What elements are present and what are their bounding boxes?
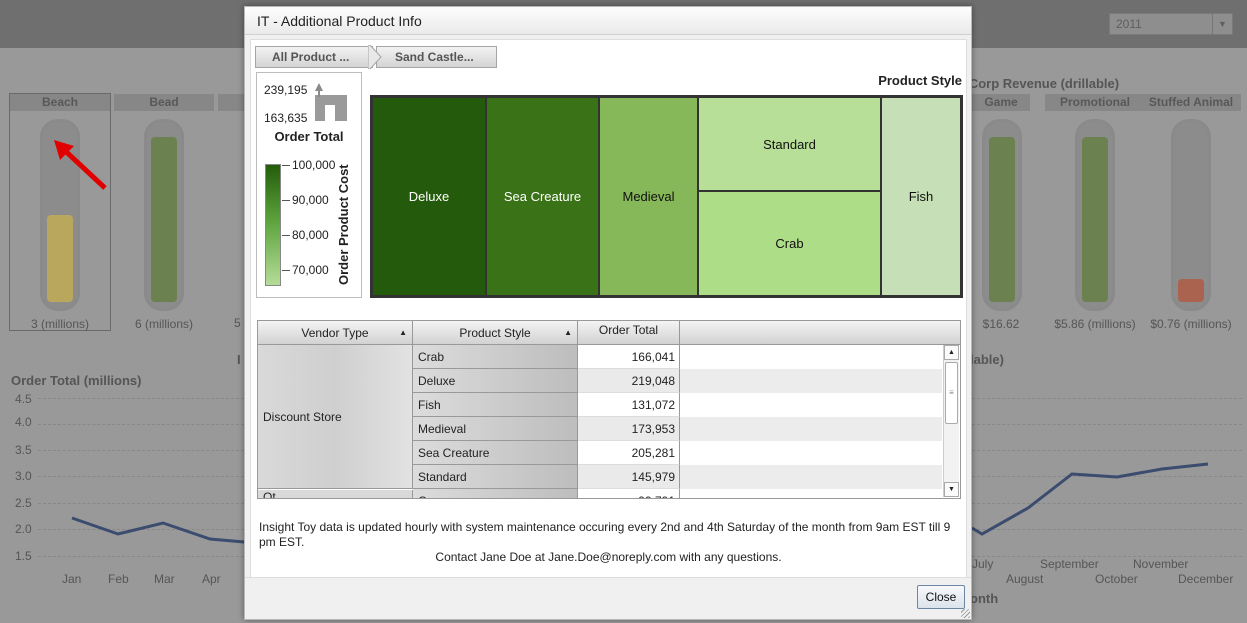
table-row-style[interactable]: Deluxe bbox=[413, 369, 578, 393]
legend-tick-label: 90,000 bbox=[292, 193, 329, 207]
x-tick: Mar bbox=[154, 572, 175, 586]
vendor-cell-discount-store[interactable]: Discount Store bbox=[258, 345, 413, 489]
table-row-filler bbox=[680, 441, 942, 465]
table-row-total[interactable]: 145,979 bbox=[578, 465, 680, 489]
sort-asc-icon[interactable]: ▲ bbox=[399, 321, 407, 345]
legend-tick bbox=[282, 270, 290, 271]
resize-grip-icon[interactable] bbox=[961, 609, 970, 618]
table-row-style[interactable]: Sea Creature bbox=[413, 441, 578, 465]
treemap-cell-label: Crab bbox=[775, 236, 804, 251]
order-table: Vendor Type ▲ Product Style ▲ Order Tota… bbox=[257, 320, 961, 499]
table-row-total[interactable]: 205,281 bbox=[578, 441, 680, 465]
table-row-filler bbox=[680, 369, 942, 393]
legend-tick bbox=[282, 235, 290, 236]
treemap-legend: 239,195 163,635 Order Total 100,000 90,0… bbox=[256, 72, 362, 298]
column-header-product-style[interactable]: Product Style ▲ bbox=[413, 321, 578, 345]
series-line-left bbox=[71, 516, 245, 544]
color-legend-gradient bbox=[265, 164, 281, 286]
x-tick: Feb bbox=[108, 572, 129, 586]
size-scale-icon bbox=[315, 83, 347, 121]
treemap-cell-sea-creature[interactable]: Sea Creature bbox=[487, 98, 598, 295]
x-tick: August bbox=[1006, 572, 1044, 586]
table-row-total[interactable]: 166,041 bbox=[578, 345, 680, 369]
x-tick: September bbox=[1040, 557, 1099, 571]
product-info-dialog: IT - Additional Product Info All Product… bbox=[244, 6, 972, 620]
x-tick: Apr bbox=[202, 572, 221, 586]
table-row-total[interactable]: 131,072 bbox=[578, 393, 680, 417]
scrollbar-thumb[interactable]: ≡ bbox=[945, 362, 958, 424]
data-update-notice: Insight Toy data is updated hourly with … bbox=[259, 520, 951, 549]
color-legend-label: Order Product Cost bbox=[336, 164, 351, 285]
legend-tick bbox=[282, 165, 290, 166]
vendor-cell-other[interactable]: Ot bbox=[258, 490, 413, 498]
table-header: Vendor Type ▲ Product Style ▲ Order Tota… bbox=[258, 321, 960, 345]
table-row-filler bbox=[680, 345, 942, 369]
product-style-treemap: Deluxe Sea Creature Medieval Standard Cr… bbox=[370, 95, 963, 298]
table-row-total[interactable]: 173,953 bbox=[578, 417, 680, 441]
column-header-vendor-type[interactable]: Vendor Type ▲ bbox=[258, 321, 413, 345]
breadcrumb-separator-icon bbox=[368, 45, 382, 69]
treemap-cell-label: Sea Creature bbox=[503, 189, 582, 204]
treemap-cell-fish[interactable]: Fish bbox=[882, 98, 960, 295]
scroll-down-icon[interactable]: ▼ bbox=[944, 482, 959, 497]
column-header-label: Order Total bbox=[598, 323, 659, 337]
x-tick: December bbox=[1178, 572, 1234, 586]
breadcrumb-all-products[interactable]: All Product ... bbox=[255, 46, 373, 68]
treemap-cell-deluxe[interactable]: Deluxe bbox=[373, 98, 485, 295]
table-row-style[interactable]: Cr bbox=[413, 489, 578, 498]
treemap-cell-label: Standard bbox=[763, 136, 816, 152]
table-row-style[interactable]: Medieval bbox=[413, 417, 578, 441]
dialog-title[interactable]: IT - Additional Product Info bbox=[245, 7, 971, 35]
table-row-total[interactable]: 99,791 bbox=[578, 489, 680, 498]
contact-notice: Contact Jane Doe at Jane.Doe@noreply.com… bbox=[435, 550, 782, 564]
column-header-label: Product Style bbox=[459, 326, 531, 340]
series-line-right bbox=[971, 462, 1209, 536]
legend-tick-label: 70,000 bbox=[292, 263, 329, 277]
table-row-filler bbox=[680, 465, 942, 489]
legend-tick-label: 80,000 bbox=[292, 228, 329, 242]
x-tick: November bbox=[1133, 557, 1189, 571]
dialog-footer: Close bbox=[245, 577, 971, 619]
table-row-style[interactable]: Fish bbox=[413, 393, 578, 417]
column-header-order-total[interactable]: Order Total bbox=[578, 321, 680, 345]
vendor-label: Discount Store bbox=[263, 409, 342, 424]
treemap-cell-medieval[interactable]: Medieval bbox=[600, 98, 697, 295]
dialog-body: All Product ... Sand Castle... 239,195 1… bbox=[250, 39, 967, 579]
column-header-label: Vendor Type bbox=[301, 326, 369, 340]
treemap-cell-label: Fish bbox=[908, 189, 934, 204]
treemap-cell-label: Medieval bbox=[622, 189, 675, 204]
size-legend-min: 163,635 bbox=[264, 111, 308, 125]
size-legend-max: 239,195 bbox=[264, 83, 308, 97]
legend-tick bbox=[282, 200, 290, 201]
x-tick: Jan bbox=[62, 572, 82, 586]
table-row-filler bbox=[680, 393, 942, 417]
x-tick: July bbox=[972, 557, 994, 571]
table-row-style[interactable]: Standard bbox=[413, 465, 578, 489]
table-row-style[interactable]: Crab bbox=[413, 345, 578, 369]
breadcrumb-sand-castle[interactable]: Sand Castle... bbox=[376, 46, 497, 68]
scroll-up-icon[interactable]: ▲ bbox=[944, 345, 959, 360]
treemap-cell-crab[interactable]: Crab bbox=[699, 192, 880, 295]
treemap-cell-label: Deluxe bbox=[408, 189, 450, 204]
x-tick: October bbox=[1095, 572, 1138, 586]
table-scrollbar[interactable]: ▲ ≡ ▼ bbox=[943, 345, 959, 497]
sort-asc-icon[interactable]: ▲ bbox=[564, 321, 572, 345]
legend-tick-label: 100,000 bbox=[292, 158, 336, 172]
treemap-cell-standard[interactable]: Standard bbox=[699, 98, 880, 190]
table-row-total[interactable]: 219,048 bbox=[578, 369, 680, 393]
close-button[interactable]: Close bbox=[917, 585, 965, 609]
x-axis-title: onth bbox=[970, 591, 999, 606]
table-row-filler bbox=[680, 417, 942, 441]
size-legend-label: Order Total bbox=[274, 129, 344, 144]
treemap-title: Product Style bbox=[878, 73, 962, 88]
